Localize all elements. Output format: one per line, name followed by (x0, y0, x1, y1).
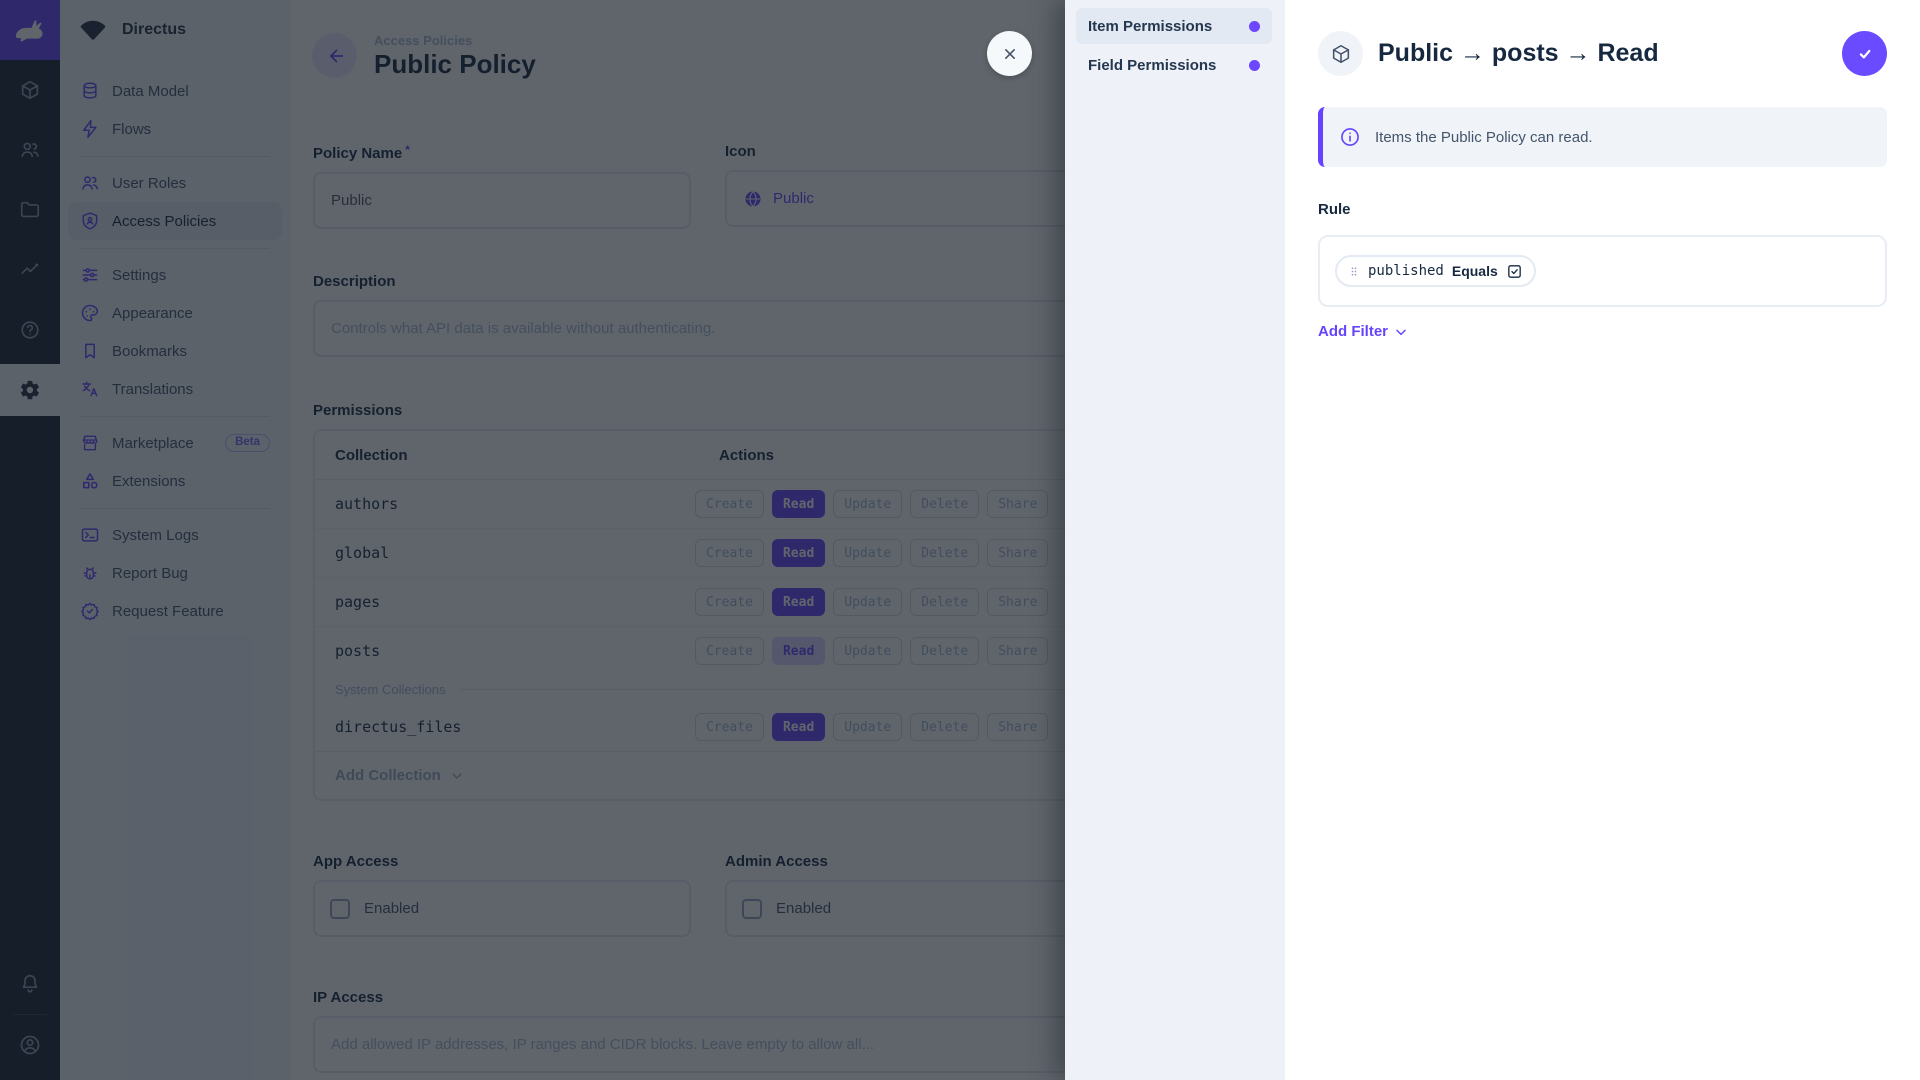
drawer-close-button[interactable] (987, 31, 1032, 76)
filter-operator[interactable]: Equals (1452, 263, 1498, 279)
drawer-header-avatar (1318, 31, 1363, 76)
info-banner: Items the Public Policy can read. (1318, 107, 1887, 167)
check-icon (1859, 49, 1870, 58)
tab-status-dot (1249, 59, 1260, 71)
drawer-title: Public → posts → Read (1378, 39, 1659, 67)
box-icon (1332, 44, 1349, 63)
info-banner-text: Items the Public Policy can read. (1375, 128, 1593, 146)
directus-app: Directus Data Model Flows User Roles Acc… (0, 0, 1920, 1080)
drawer-header: Public → posts → Read (1318, 31, 1887, 76)
save-button[interactable] (1842, 31, 1887, 76)
tab-item-permissions[interactable]: Item Permissions (1076, 8, 1272, 44)
add-filter-button[interactable]: Add Filter (1318, 323, 1409, 340)
add-filter-label: Add Filter (1318, 323, 1388, 340)
tab-label: Field Permissions (1088, 56, 1217, 74)
chevron-down-icon (1396, 329, 1406, 335)
drawer-panel: Public → posts → Read Items the Public P… (1285, 0, 1920, 1080)
tab-status-dot (1249, 20, 1260, 32)
drag-handle-icon[interactable] (1348, 264, 1360, 279)
permissions-drawer: Item Permissions Field Permissions Publi… (1065, 0, 1920, 1080)
tab-field-permissions[interactable]: Field Permissions (1076, 47, 1272, 83)
rule-filter-box: published Equals (1318, 235, 1887, 307)
info-icon (1341, 128, 1359, 146)
filter-pill[interactable]: published Equals (1335, 255, 1536, 287)
checked-checkbox-icon[interactable] (1506, 263, 1523, 280)
close-icon (1004, 48, 1015, 59)
modal-overlay[interactable] (0, 0, 1065, 1080)
drawer-tab-list: Item Permissions Field Permissions (1065, 0, 1285, 1080)
filter-field-name[interactable]: published (1368, 263, 1444, 279)
tab-label: Item Permissions (1088, 17, 1213, 35)
rule-label: Rule (1318, 201, 1351, 218)
